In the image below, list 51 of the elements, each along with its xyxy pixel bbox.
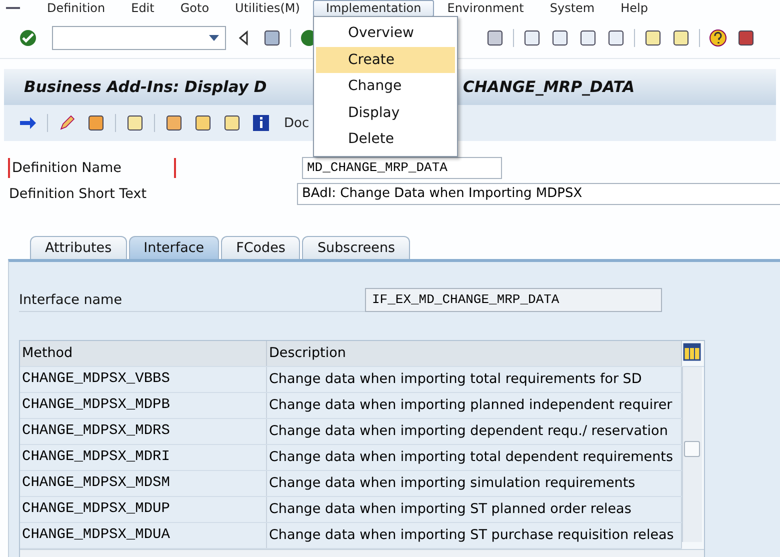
screen-title: Business Add-Ins: Display D	[24, 78, 267, 96]
dropdown-caret-icon[interactable]	[209, 35, 219, 41]
table-cell: Change data when importing dependent requ./ reservation	[267, 419, 682, 444]
menu-option[interactable]: Change	[316, 73, 455, 100]
table-cell: CHANGE_MDPSX_VBBS	[20, 367, 267, 392]
column-header[interactable]: Description	[267, 341, 682, 366]
table-cell: Change data when importing planned independent requirer	[267, 393, 682, 418]
tab[interactable]: Interface	[128, 236, 220, 259]
table-cell: CHANGE_MDPSX_MDPB	[20, 393, 267, 418]
info-icon[interactable]	[251, 113, 271, 133]
menu-item[interactable]: Help	[608, 0, 661, 16]
input-field[interactable]: MD_CHANGE_MRP_DATA	[302, 157, 502, 179]
menu-item[interactable]: Definition	[34, 0, 118, 16]
menu-item[interactable]: Utilities(M)	[222, 0, 313, 16]
tab[interactable]: Attributes	[30, 236, 127, 259]
screen-title: CHANGE_MRP_DATA	[463, 78, 635, 96]
table-cell: Change data when importing ST planned order releas	[267, 497, 682, 522]
scrollbar-thumb[interactable]	[684, 441, 700, 457]
menu-option[interactable]: Overview	[316, 20, 455, 46]
tab[interactable]: FCodes	[221, 236, 300, 259]
check-icon[interactable]	[18, 28, 38, 48]
table-cell: CHANGE_MDPSX_MDSM	[20, 471, 267, 496]
field-label: Definition Short Text	[8, 185, 148, 204]
table-cell: CHANGE_MDPSX_MDRS	[20, 419, 267, 444]
help-icon[interactable]	[708, 28, 728, 48]
input-field[interactable]: BAdI: Change Data when Importing MDPSX	[297, 183, 780, 205]
column-header[interactable]: Method	[20, 341, 267, 366]
table-cell: Change data when importing ST purchase requisition releas	[267, 523, 682, 548]
toolbar-label[interactable]: Doc	[284, 116, 310, 130]
input-field[interactable]: IF_EX_MD_CHANGE_MRP_DATA	[365, 288, 662, 312]
command-field[interactable]	[52, 26, 226, 50]
tab[interactable]: Subscreens	[302, 236, 410, 259]
vertical-scrollbar[interactable]	[682, 367, 702, 542]
menu-option[interactable]: Create	[316, 46, 455, 73]
table-cell: CHANGE_MDPSX_MDUA	[20, 523, 267, 548]
field-label: Interface name	[19, 288, 365, 312]
column-layout-icon[interactable]	[682, 341, 702, 363]
menu-item[interactable]: Edit	[118, 0, 168, 16]
field-label: Definition Name	[8, 158, 176, 178]
menu-option[interactable]: Display	[316, 100, 455, 126]
menu-option[interactable]: Delete	[316, 126, 455, 152]
menu-item[interactable]: Environment	[434, 0, 537, 16]
menu-item[interactable]: Goto	[167, 0, 222, 16]
table-cell: Change data when importing total requirements for SD	[267, 367, 682, 392]
table-cell: Change data when importing total dependent requirements	[267, 445, 682, 470]
table-cell: CHANGE_MDPSX_MDRI	[20, 445, 267, 470]
menu-item[interactable]: System	[536, 0, 608, 16]
table-cell: CHANGE_MDPSX_MDUP	[20, 497, 267, 522]
menu-item[interactable]: Implementation	[312, 0, 434, 16]
horizontal-scrollbar[interactable]	[20, 549, 704, 557]
table-cell: Change data when importing simulation requirements	[267, 471, 682, 496]
